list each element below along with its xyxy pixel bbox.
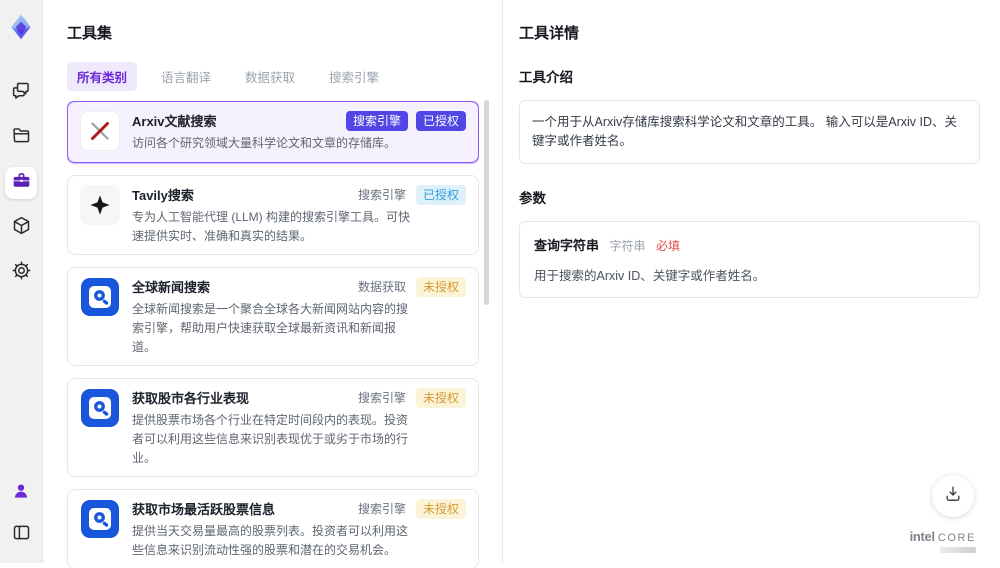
tool-card[interactable]: Tavily搜索 搜索引擎 已授权 专为人工智能代理 (LLM) 构建的搜索引擎…: [67, 174, 479, 256]
tool-auth-badge: 未授权: [415, 277, 466, 298]
intro-heading: 工具介绍: [519, 70, 573, 85]
news-search-icon: [80, 499, 120, 539]
arxiv-logo-icon: [80, 111, 120, 151]
param-description: 用于搜索的Arxiv ID、关键字或作者姓名。: [534, 268, 766, 283]
tab-all-categories[interactable]: 所有类别: [67, 62, 138, 91]
download-button[interactable]: [932, 475, 974, 517]
tool-card[interactable]: Arxiv文献搜索 搜索引擎 已授权 访问各个研究领域大量科学论文和文章的存储库…: [67, 101, 479, 163]
tool-card[interactable]: 获取市场最活跃股票信息 搜索引擎 未授权 提供当天交易量最高的股票列表。投资者可…: [67, 489, 479, 568]
tool-category-badge: 搜索引擎: [357, 187, 406, 202]
param-card: 查询字符串 字符串 必填 用于搜索的Arxiv ID、关键字或作者姓名。: [519, 220, 980, 298]
tool-auth-badge: 已授权: [415, 111, 466, 131]
news-search-icon: [80, 277, 120, 317]
params-heading: 参数: [519, 190, 546, 206]
tab-data-fetching[interactable]: 数据获取: [235, 62, 305, 91]
brand-sub-badge: [940, 547, 976, 553]
app-window: 工具集 所有类别 语言翻译 数据获取 搜索引擎 Arxiv文献搜索 搜索引擎 已…: [0, 0, 1000, 568]
sidebar-item-tools[interactable]: [5, 167, 37, 199]
tool-auth-badge: 未授权: [415, 499, 466, 520]
tool-title: 获取市场最活跃股票信息: [132, 502, 276, 518]
sidebar-item-chat[interactable]: [5, 77, 37, 109]
tool-description: 专为人工智能代理 (LLM) 构建的搜索引擎工具。可快速提供实时、准确和真实的结…: [132, 209, 411, 243]
page-title: 工具集: [67, 25, 113, 42]
intro-box: 一个用于从Arxiv存储库搜索科学论文和文章的工具。 输入可以是Arxiv ID…: [519, 100, 980, 164]
sidebar-item-settings[interactable]: [5, 257, 37, 289]
chat-icon: [11, 80, 32, 106]
tool-body: Tavily搜索 搜索引擎 已授权 专为人工智能代理 (LLM) 构建的搜索引擎…: [132, 184, 466, 245]
news-search-icon: [80, 388, 120, 428]
sparkle-icon: [80, 184, 120, 225]
tool-title: 获取股市各行业表现: [132, 391, 250, 407]
tool-category-badge: 搜索引擎: [357, 502, 406, 517]
sidebar-item-collapse[interactable]: [5, 519, 37, 551]
tool-category-badge: 搜索引擎: [357, 391, 406, 406]
rail-nav: [5, 77, 37, 289]
tool-auth-badge: 未授权: [415, 388, 466, 409]
sidebar-item-models[interactable]: [5, 212, 37, 244]
panel-toggle-icon: [11, 522, 32, 548]
download-icon: [943, 484, 963, 509]
icon-rail: [0, 0, 43, 563]
tool-title: Arxiv文献搜索: [132, 114, 217, 129]
user-icon: [11, 481, 31, 506]
tool-description: 访问各个研究领域大量科学论文和文章的存储库。: [132, 136, 397, 151]
tool-badges: 搜索引擎 已授权: [348, 184, 466, 205]
tool-list: Arxiv文献搜索 搜索引擎 已授权 访问各个研究领域大量科学论文和文章的存储库…: [67, 101, 479, 568]
tool-card[interactable]: 获取股市各行业表现 搜索引擎 未授权 提供股票市场各个行业在特定时间段内的表现。…: [67, 378, 479, 478]
tool-description: 提供股票市场各个行业在特定时间段内的表现。投资者可以利用这些信息来识别表现优于或…: [132, 413, 409, 465]
tool-description: 提供当天交易量最高的股票列表。投资者可以利用这些信息来识别流动性强的股票和潜在的…: [132, 524, 409, 557]
tool-title: 全球新闻搜索: [132, 280, 211, 296]
folder-icon: [11, 125, 32, 151]
detail-title: 工具详情: [519, 25, 580, 42]
tool-badges: 数据获取 未授权: [348, 277, 466, 298]
tool-list-panel: 工具集 所有类别 语言翻译 数据获取 搜索引擎 Arxiv文献搜索 搜索引擎 已…: [43, 0, 503, 568]
tool-auth-badge: 已授权: [415, 184, 466, 205]
param-name: 查询字符串: [534, 237, 600, 253]
category-tabs: 所有类别 语言翻译 数据获取 搜索引擎: [67, 62, 502, 91]
tool-card[interactable]: 全球新闻搜索 数据获取 未授权 全球新闻搜索是一个聚合全球各大新闻网站内容的搜索…: [67, 267, 479, 367]
cube-icon: [11, 215, 32, 241]
tool-body: 获取股市各行业表现 搜索引擎 未授权 提供股票市场各个行业在特定时间段内的表现。…: [132, 388, 466, 467]
tool-badges: 搜索引擎 未授权: [348, 499, 466, 520]
tab-search-engine[interactable]: 搜索引擎: [319, 62, 389, 91]
tool-body: 获取市场最活跃股票信息 搜索引擎 未授权 提供当天交易量最高的股票列表。投资者可…: [132, 499, 466, 559]
tool-title: Tavily搜索: [132, 187, 194, 203]
briefcase-icon: [11, 170, 32, 196]
tool-body: 全球新闻搜索 数据获取 未授权 全球新闻搜索是一个聚合全球各大新闻网站内容的搜索…: [132, 277, 466, 356]
brand-intel: intel: [909, 529, 936, 544]
brand-core: core: [937, 532, 976, 544]
sidebar-item-account[interactable]: [5, 477, 37, 509]
tool-body: Arxiv文献搜索 搜索引擎 已授权 访问各个研究领域大量科学论文和文章的存储库…: [132, 111, 466, 153]
param-required-badge: 必填: [655, 238, 680, 253]
tool-category-badge: 数据获取: [357, 280, 406, 295]
intel-core-logo: intel core: [910, 529, 976, 553]
param-type: 字符串: [609, 238, 646, 253]
tool-detail-panel: 工具详情 工具介绍 一个用于从Arxiv存储库搜索科学论文和文章的工具。 输入可…: [503, 0, 1000, 563]
app-logo-icon: [7, 13, 35, 41]
gear-icon: [11, 260, 32, 286]
tab-language-translation[interactable]: 语言翻译: [151, 62, 221, 91]
sidebar-item-files[interactable]: [5, 122, 37, 154]
scrollbar-thumb[interactable]: [484, 100, 489, 305]
tool-description: 全球新闻搜索是一个聚合全球各大新闻网站内容的搜索引擎，帮助用户快速获取全球最新资…: [132, 302, 409, 354]
tool-category-badge: 搜索引擎: [345, 111, 408, 131]
tool-badges: 搜索引擎 未授权: [348, 388, 466, 409]
tool-badges: 搜索引擎 已授权: [338, 111, 466, 131]
rail-bottom: [5, 477, 37, 551]
